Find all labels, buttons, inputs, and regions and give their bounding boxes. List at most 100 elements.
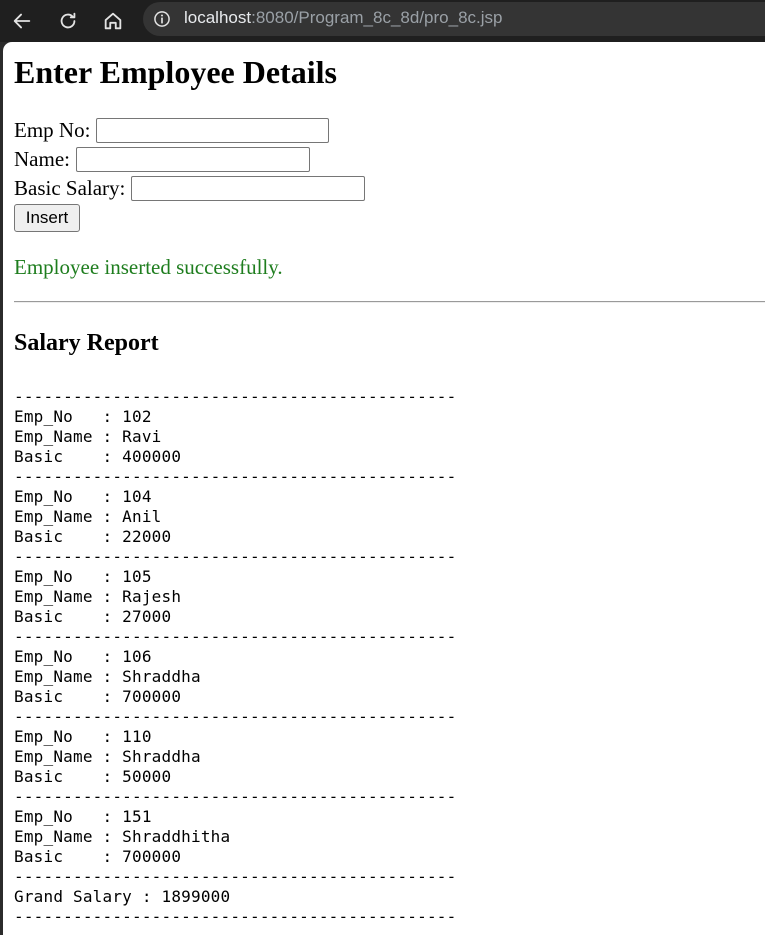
basic-label: Basic :: [14, 847, 123, 866]
emp-no-value: 110: [122, 727, 152, 746]
basic-line: Basic : 700000: [14, 847, 456, 867]
salary-input[interactable]: [131, 176, 366, 201]
browser-toolbar: localhost:8080/Program_8c_8d/pro_8c.jsp: [0, 0, 765, 42]
emp-name-label: Emp_Name :: [14, 667, 123, 686]
emp-no-value: 104: [122, 487, 152, 506]
separator: ----------------------------------------…: [14, 787, 457, 806]
salary-label: Basic Salary:: [14, 176, 126, 200]
separator-line: ----------------------------------------…: [14, 907, 456, 927]
basic-label: Basic :: [14, 527, 123, 546]
name-row: Name:: [14, 145, 310, 174]
basic-line: Basic : 22000: [14, 527, 456, 547]
emp-no-value: 102: [122, 407, 152, 426]
salary-row: Basic Salary:: [14, 174, 366, 203]
url-text[interactable]: localhost:8080/Program_8c_8d/pro_8c.jsp: [184, 2, 503, 36]
basic-value: 27000: [122, 607, 172, 626]
separator: ----------------------------------------…: [14, 867, 457, 886]
emp-name-value: Shraddhitha: [122, 827, 231, 846]
emp-no-line: Emp_No : 106: [14, 647, 456, 667]
emp-no-label: Emp_No :: [14, 807, 123, 826]
emp-name-line: Emp_Name : Shraddhitha: [14, 827, 456, 847]
basic-line: Basic : 400000: [14, 447, 456, 467]
separator-line: ----------------------------------------…: [14, 787, 456, 807]
emp-name-line: Emp_Name : Shraddha: [14, 747, 456, 767]
emp-name-value: Rajesh: [122, 587, 182, 606]
separator-line: ----------------------------------------…: [14, 387, 456, 407]
page-title: Enter Employee Details: [14, 54, 337, 90]
basic-line: Basic : 700000: [14, 687, 456, 707]
grand-salary-value: 1899000: [161, 887, 231, 906]
divider: [14, 301, 765, 303]
basic-value: 50000: [122, 767, 172, 786]
home-button[interactable]: [96, 4, 130, 38]
basic-label: Basic :: [14, 687, 123, 706]
emp-name-line: Emp_Name : Anil: [14, 507, 456, 527]
report-title: Salary Report: [14, 330, 159, 356]
emp-name-value: Shraddha: [122, 667, 201, 686]
emp-no-line: Emp_No : 110: [14, 727, 456, 747]
separator: ----------------------------------------…: [14, 387, 457, 406]
empno-input[interactable]: [96, 118, 330, 143]
name-input[interactable]: [75, 147, 310, 172]
basic-value: 22000: [122, 527, 172, 546]
emp-no-label: Emp_No :: [14, 567, 123, 586]
separator: ----------------------------------------…: [14, 467, 457, 486]
emp-name-value: Ravi: [122, 427, 162, 446]
salary-report: ----------------------------------------…: [14, 387, 456, 927]
basic-value: 400000: [122, 447, 182, 466]
empno-label: Emp No:: [14, 118, 91, 142]
separator-line: ----------------------------------------…: [14, 547, 456, 567]
emp-name-label: Emp_Name :: [14, 427, 123, 446]
emp-name-label: Emp_Name :: [14, 587, 123, 606]
grand-salary-line: Grand Salary : 1899000: [14, 887, 456, 907]
basic-value: 700000: [122, 687, 182, 706]
emp-no-label: Emp_No :: [14, 407, 123, 426]
basic-label: Basic :: [14, 767, 123, 786]
separator: ----------------------------------------…: [14, 627, 457, 646]
site-info-icon: [154, 11, 170, 27]
emp-name-label: Emp_Name :: [14, 507, 123, 526]
emp-no-line: Emp_No : 102: [14, 407, 456, 427]
basic-line: Basic : 50000: [14, 767, 456, 787]
empno-row: Emp No:: [14, 116, 330, 145]
separator-line: ----------------------------------------…: [14, 707, 456, 727]
emp-no-line: Emp_No : 151: [14, 807, 456, 827]
back-arrow-icon: [13, 13, 31, 29]
insert-button[interactable]: Insert: [14, 204, 80, 232]
basic-label: Basic :: [14, 447, 123, 466]
url-path: :8080/Program_8c_8d/pro_8c.jsp: [251, 8, 503, 27]
separator-line: ----------------------------------------…: [14, 627, 456, 647]
separator-line: ----------------------------------------…: [14, 867, 456, 887]
page-viewport: Enter Employee Details Emp No: Name: Bas…: [3, 42, 765, 935]
grand-salary-label: Grand Salary :: [14, 887, 162, 906]
emp-name-label: Emp_Name :: [14, 827, 123, 846]
basic-value: 700000: [122, 847, 182, 866]
home-icon: [104, 12, 122, 30]
emp-no-value: 106: [122, 647, 152, 666]
separator: ----------------------------------------…: [14, 907, 457, 926]
emp-name-value: Anil: [122, 507, 162, 526]
emp-no-label: Emp_No :: [14, 647, 123, 666]
emp-no-label: Emp_No :: [14, 487, 123, 506]
emp-no-label: Emp_No :: [14, 727, 123, 746]
site-info-button[interactable]: [150, 7, 174, 31]
emp-no-value: 151: [122, 807, 152, 826]
success-message: Employee inserted successfully.: [14, 255, 283, 279]
emp-name-label: Emp_Name :: [14, 747, 123, 766]
emp-no-line: Emp_No : 105: [14, 567, 456, 587]
emp-name-value: Shraddha: [122, 747, 201, 766]
name-label: Name:: [14, 147, 70, 171]
back-button[interactable]: [5, 4, 39, 38]
emp-no-value: 105: [122, 567, 152, 586]
reload-icon: [60, 12, 76, 29]
separator: ----------------------------------------…: [14, 707, 457, 726]
emp-name-line: Emp_Name : Shraddha: [14, 667, 456, 687]
emp-name-line: Emp_Name : Rajesh: [14, 587, 456, 607]
emp-name-line: Emp_Name : Ravi: [14, 427, 456, 447]
reload-button[interactable]: [51, 4, 85, 38]
separator: ----------------------------------------…: [14, 547, 457, 566]
basic-line: Basic : 27000: [14, 607, 456, 627]
url-host: localhost: [184, 8, 252, 27]
separator-line: ----------------------------------------…: [14, 467, 456, 487]
address-bar[interactable]: localhost:8080/Program_8c_8d/pro_8c.jsp: [143, 2, 765, 36]
